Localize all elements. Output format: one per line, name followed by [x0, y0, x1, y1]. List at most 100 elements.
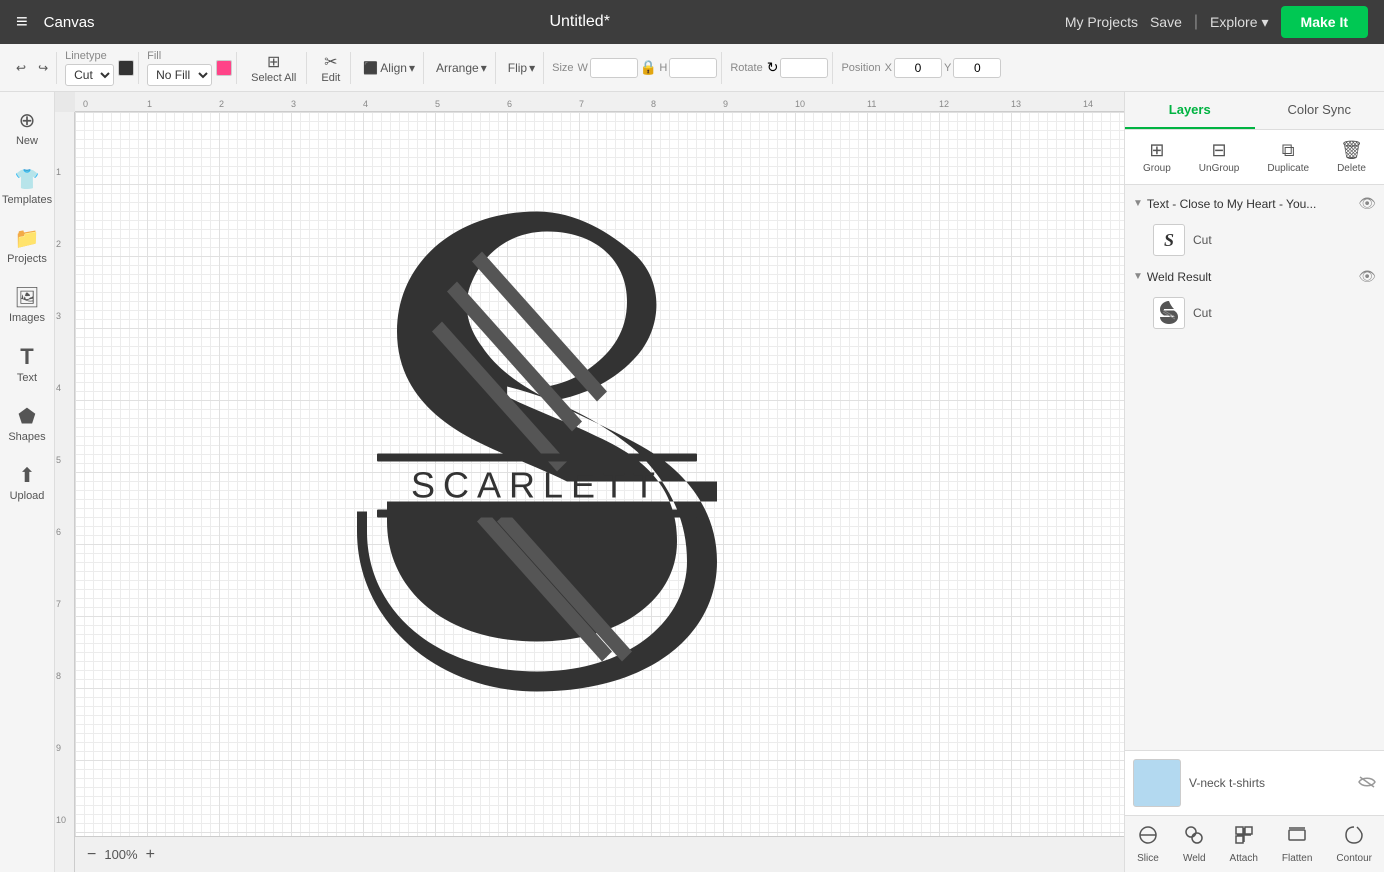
svg-text:SCARLETT: SCARLETT — [410, 465, 662, 506]
slice-button[interactable]: Slice — [1129, 820, 1167, 868]
linetype-color[interactable] — [118, 60, 134, 76]
sidebar-item-upload[interactable]: ⬆ Upload — [3, 455, 51, 510]
linetype-select[interactable]: Cut — [65, 64, 114, 86]
layer-thumb-text-s: S — [1153, 224, 1185, 256]
attach-button[interactable]: Attach — [1222, 820, 1266, 868]
nav-separator: | — [1194, 13, 1198, 31]
images-icon: 🖼 — [14, 285, 39, 310]
group-label: Group — [1143, 163, 1171, 174]
lock-icon[interactable]: 🔒 — [640, 59, 657, 76]
undo-button[interactable]: ↩ — [12, 57, 30, 79]
ungroup-label: UnGroup — [1199, 163, 1240, 174]
canvas-label: Canvas — [44, 14, 95, 31]
sidebar-item-upload-label: Upload — [10, 490, 45, 502]
x-input[interactable] — [894, 58, 942, 78]
text-icon: T — [20, 344, 33, 370]
flip-chevron-icon: ▾ — [529, 61, 535, 75]
attach-label: Attach — [1230, 853, 1258, 864]
flatten-button[interactable]: Flatten — [1274, 820, 1321, 868]
contour-icon — [1343, 824, 1365, 851]
design-element[interactable]: SCARLETT — [327, 192, 747, 757]
position-group: Position X Y — [837, 52, 1005, 84]
chevron-down-icon: ▾ — [1262, 14, 1269, 31]
panel-tabs: Layers Color Sync — [1125, 92, 1384, 130]
slice-label: Slice — [1137, 853, 1159, 864]
zoom-in-button[interactable]: + — [146, 846, 155, 864]
contour-button[interactable]: Contour — [1328, 820, 1380, 868]
panel-actions: ⊞ Group ⊟ UnGroup ⧉ Duplicate 🗑 Delete — [1125, 130, 1384, 185]
layer-cut-label-1: Cut — [1193, 233, 1212, 247]
sidebar-item-projects[interactable]: 📁 Projects — [3, 218, 51, 273]
sidebar-item-shapes[interactable]: ⬟ Shapes — [3, 396, 51, 451]
edit-icon: ✂ — [324, 52, 337, 72]
my-projects-link[interactable]: My Projects — [1065, 14, 1138, 30]
tab-layers[interactable]: Layers — [1125, 92, 1255, 129]
layer-thumb-weld — [1153, 297, 1185, 329]
redo-button[interactable]: ↪ — [34, 57, 52, 79]
select-all-label: Select All — [251, 72, 296, 84]
x-label: X — [885, 62, 892, 74]
flatten-icon — [1286, 824, 1308, 851]
layer-group-text-eye-icon[interactable]: 👁 — [1358, 195, 1376, 212]
layer-group-text[interactable]: ▼ Text - Close to My Heart - You... 👁 — [1125, 189, 1384, 218]
slice-icon — [1137, 824, 1159, 851]
linetype-group: Linetype Cut — [61, 52, 139, 84]
mat-eye-icon[interactable] — [1358, 775, 1376, 791]
linetype-label: Linetype — [65, 50, 114, 62]
layer-item-weld[interactable]: Cut — [1125, 291, 1384, 335]
flip-button[interactable]: Flip ▾ — [504, 57, 539, 79]
weld-icon — [1183, 824, 1205, 851]
hamburger-menu[interactable]: ≡ — [16, 11, 28, 34]
edit-button[interactable]: ✂ Edit — [315, 50, 346, 86]
ruler-left: 1 2 3 4 5 6 7 8 9 10 — [55, 112, 75, 872]
layer-group-weld[interactable]: ▼ Weld Result 👁 — [1125, 262, 1384, 291]
undo-redo-group: ↩ ↪ — [8, 52, 57, 84]
layer-item-text-s[interactable]: S Cut — [1125, 218, 1384, 262]
nav-right: My Projects Save | Explore ▾ Make It — [1065, 6, 1368, 38]
canvas-content[interactable]: SCARLETT — [75, 112, 1124, 836]
flip-group: Flip ▾ — [500, 52, 544, 84]
fill-select[interactable]: No Fill — [147, 64, 212, 86]
align-button[interactable]: ⬛ Align ▾ — [359, 57, 419, 79]
sidebar-item-new-label: New — [16, 135, 38, 147]
canvas-area[interactable]: 0 1 2 3 4 5 6 7 8 9 10 11 12 13 14 1 2 — [55, 92, 1124, 872]
top-nav: ≡ Canvas Untitled* My Projects Save | Ex… — [0, 0, 1384, 44]
tab-color-sync[interactable]: Color Sync — [1255, 92, 1384, 129]
height-input[interactable] — [669, 58, 717, 78]
make-it-button[interactable]: Make It — [1281, 6, 1368, 38]
y-label: Y — [944, 62, 951, 74]
explore-link[interactable]: Explore ▾ — [1210, 14, 1269, 31]
sidebar-item-images[interactable]: 🖼 Images — [3, 277, 51, 332]
sidebar-item-text[interactable]: T Text — [3, 336, 51, 392]
layer-group-weld-eye-icon[interactable]: 👁 — [1358, 268, 1376, 285]
scarlett-design: SCARLETT — [357, 212, 717, 692]
fill-color[interactable] — [216, 60, 232, 76]
arrange-button[interactable]: Arrange ▾ — [432, 57, 491, 79]
align-group: ⬛ Align ▾ — [355, 52, 424, 84]
zoom-percentage: 100% — [104, 847, 137, 862]
fill-label: Fill — [147, 50, 212, 62]
ungroup-button[interactable]: ⊟ UnGroup — [1191, 136, 1248, 178]
mat-thumbnail — [1133, 759, 1181, 807]
group-button[interactable]: ⊞ Group — [1135, 136, 1179, 178]
duplicate-button[interactable]: ⧉ Duplicate — [1259, 136, 1317, 178]
zoom-out-button[interactable]: − — [87, 846, 96, 864]
sidebar-item-templates[interactable]: 👕 Templates — [3, 159, 51, 214]
main-area: ⊕ New 👕 Templates 📁 Projects 🖼 Images T … — [0, 92, 1384, 872]
ungroup-icon: ⊟ — [1212, 140, 1227, 161]
y-input[interactable] — [953, 58, 1001, 78]
templates-icon: 👕 — [15, 167, 40, 192]
select-all-button[interactable]: ⊞ Select All — [245, 50, 302, 86]
layer-cut-label-2: Cut — [1193, 306, 1212, 320]
select-all-icon: ⊞ — [267, 52, 280, 72]
edit-group: ✂ Edit — [311, 52, 351, 84]
size-group: Size W 🔒 H — [548, 52, 722, 84]
weld-button[interactable]: Weld — [1175, 820, 1214, 868]
delete-button[interactable]: 🗑 Delete — [1329, 136, 1374, 178]
sidebar-item-new[interactable]: ⊕ New — [3, 100, 51, 155]
edit-label: Edit — [321, 72, 340, 84]
save-button[interactable]: Save — [1150, 14, 1182, 30]
position-label: Position — [841, 62, 880, 74]
width-input[interactable] — [590, 58, 638, 78]
rotate-input[interactable] — [780, 58, 828, 78]
